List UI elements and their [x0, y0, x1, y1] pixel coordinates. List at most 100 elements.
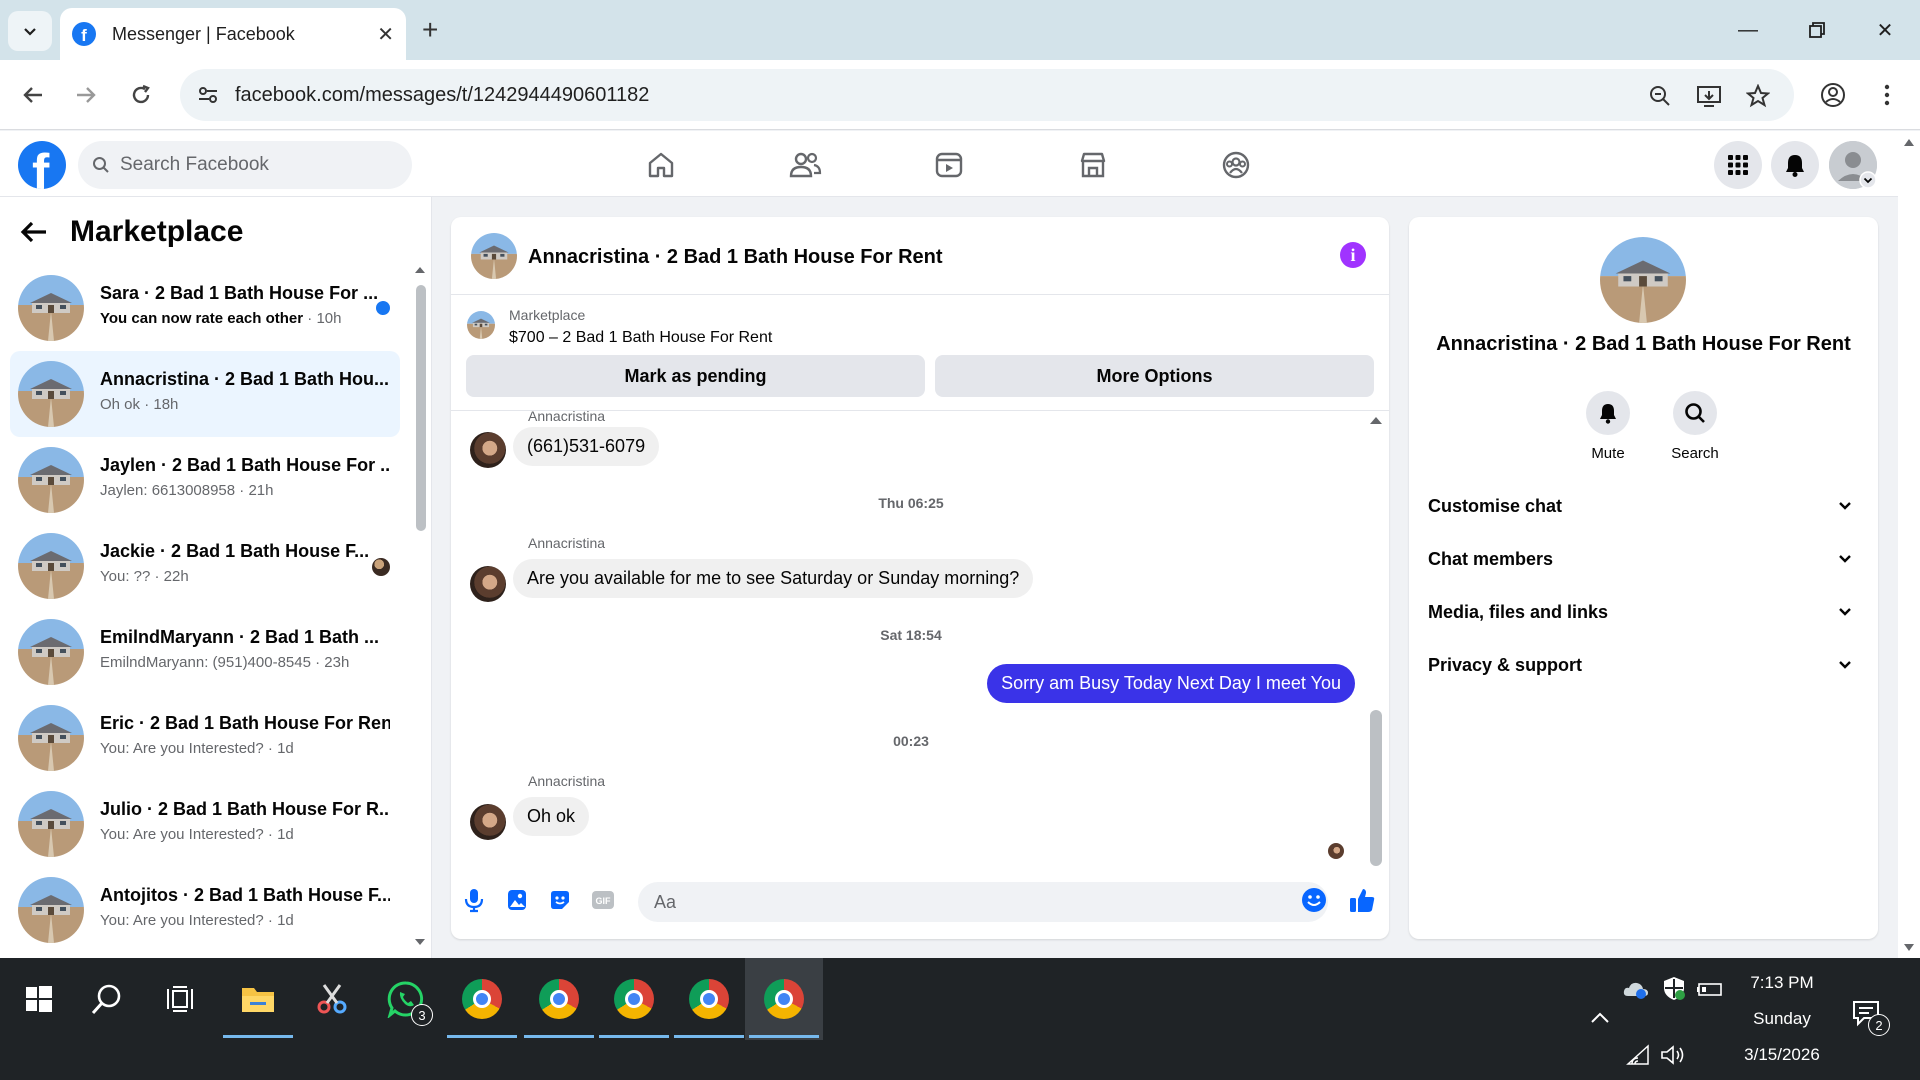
mute-button[interactable]: Mute [1573, 391, 1643, 462]
chrome-window-1[interactable] [443, 958, 521, 1040]
back-arrow-icon[interactable] [20, 220, 48, 244]
sticker-icon[interactable] [545, 885, 575, 915]
privacy-support-section[interactable]: Privacy & support [1428, 643, 1860, 687]
conversation-item[interactable]: Antojitos · 2 Bad 1 Bath House F... You: … [10, 867, 400, 953]
chrome-window-2[interactable] [520, 958, 598, 1040]
wifi-icon[interactable] [1626, 1044, 1650, 1066]
clock-time[interactable]: 7:13 PM [1734, 973, 1830, 993]
listing-thumbnail[interactable] [467, 311, 495, 339]
outgoing-message-bubble[interactable]: Sorry am Busy Today Next Day I meet You [987, 664, 1355, 703]
conversation-item[interactable]: Sara · 2 Bad 1 Bath House For ... You can… [10, 265, 400, 351]
menu-button[interactable] [1714, 141, 1762, 189]
zoom-icon[interactable] [1646, 82, 1674, 110]
task-view-button[interactable] [141, 958, 219, 1040]
scroll-up-icon[interactable] [1368, 415, 1384, 425]
tab-search-button[interactable] [8, 11, 52, 51]
marketplace-nav-button[interactable] [1073, 145, 1113, 185]
emoji-icon[interactable] [1299, 885, 1329, 915]
preview-text: You: ?? [100, 568, 151, 585]
sender-avatar[interactable] [470, 432, 506, 468]
gif-icon[interactable]: GIF [588, 885, 618, 915]
conversation-item[interactable]: Jackie · 2 Bad 1 Bath House F... You: ?? … [10, 523, 400, 609]
whatsapp-button[interactable]: 3 [367, 958, 445, 1040]
site-settings-icon[interactable] [196, 83, 220, 107]
message-bubble[interactable]: Are you available for me to see Saturday… [513, 559, 1034, 598]
facebook-search[interactable] [78, 141, 412, 189]
close-window-button[interactable]: ✕ [1862, 12, 1908, 48]
conversation-item[interactable]: Eric · 2 Bad 1 Bath House For Rent You: A… [10, 695, 400, 781]
customise-chat-section[interactable]: Customise chat [1428, 484, 1860, 528]
section-label: Privacy & support [1428, 654, 1583, 675]
running-indicator [599, 1035, 669, 1038]
groups-nav-button[interactable] [1216, 145, 1256, 185]
scroll-up-icon[interactable] [1902, 137, 1916, 147]
chat-members-section[interactable]: Chat members [1428, 537, 1860, 581]
friends-nav-button[interactable] [785, 145, 825, 185]
search-taskbar-button[interactable] [68, 958, 146, 1040]
bookmark-star-icon[interactable] [1744, 82, 1772, 110]
chevron-up-icon[interactable] [1590, 1012, 1610, 1024]
conversation-item[interactable]: Julio · 2 Bad 1 Bath House For R... You: … [10, 781, 400, 867]
url-text[interactable]: facebook.com/messages/t/1242944490601182 [235, 84, 649, 107]
facebook-logo-icon[interactable]: f [18, 141, 66, 189]
message-input[interactable] [638, 882, 1328, 922]
sidebar-scroll-thumb[interactable] [416, 285, 426, 531]
chat-title[interactable]: Annacristina · 2 Bad 1 Bath House For Re… [528, 246, 943, 269]
close-tab-icon[interactable]: ✕ [377, 22, 394, 47]
chrome-window-5[interactable] [745, 958, 823, 1040]
message-scroll-thumb[interactable] [1370, 710, 1382, 866]
microphone-icon[interactable] [459, 885, 489, 915]
onedrive-icon[interactable] [1622, 978, 1650, 1000]
address-bar[interactable]: facebook.com/messages/t/1242944490601182 [180, 69, 1794, 121]
media-files-links-section[interactable]: Media, files and links [1428, 590, 1860, 634]
account-avatar[interactable] [1829, 141, 1877, 189]
scroll-down-icon[interactable] [1902, 943, 1916, 953]
search-facebook-input[interactable] [120, 154, 390, 176]
install-app-icon[interactable] [1695, 82, 1723, 110]
more-options-button[interactable]: More Options [935, 355, 1374, 397]
conversation-item[interactable]: EmilndMaryann · 2 Bad 1 Bath ... EmilndMa… [10, 609, 400, 695]
mark-as-pending-button[interactable]: Mark as pending [466, 355, 925, 397]
message-bubble[interactable]: (661)531-6079 [513, 427, 660, 466]
home-nav-button[interactable] [641, 145, 681, 185]
search-in-chat-button[interactable]: Search [1660, 391, 1730, 462]
clock-date[interactable]: 3/15/2026 [1734, 1045, 1830, 1065]
chrome-icon [689, 979, 729, 1019]
minimize-button[interactable]: — [1725, 12, 1771, 48]
conversation-item[interactable]: Annacristina · 2 Bad 1 Bath Hou... Oh ok … [10, 351, 400, 437]
chat-avatar[interactable] [471, 233, 517, 279]
preview-text: You: Are you Interested? [100, 740, 264, 757]
preview-text: EmilndMaryann: (951)400-8545 [100, 654, 311, 671]
info-avatar[interactable] [1600, 237, 1686, 323]
file-explorer-button[interactable] [219, 958, 297, 1040]
thumbs-up-icon[interactable] [1347, 885, 1377, 915]
video-nav-button[interactable] [929, 145, 969, 185]
browser-menu-icon[interactable] [1872, 80, 1902, 110]
profile-icon[interactable] [1818, 80, 1848, 110]
browser-tab[interactable]: f Messenger | Facebook ✕ [60, 8, 406, 60]
clock-day[interactable]: Sunday [1734, 1009, 1830, 1029]
message-bubble[interactable]: Oh ok [513, 797, 590, 836]
conversation-item[interactable]: Jaylen · 2 Bad 1 Bath House For ... Jayle… [10, 437, 400, 523]
page-scrollbar[interactable] [1898, 131, 1920, 958]
notifications-button[interactable] [1771, 141, 1819, 189]
conversation-name: Jackie · 2 Bad 1 Bath House F... [100, 541, 370, 561]
security-shield-icon[interactable] [1662, 975, 1686, 1001]
chrome-window-3[interactable] [595, 958, 673, 1040]
forward-button[interactable] [67, 76, 105, 114]
sender-avatar[interactable] [470, 804, 506, 840]
sender-avatar[interactable] [470, 566, 506, 602]
restore-button[interactable] [1794, 12, 1840, 48]
photo-icon[interactable] [502, 885, 532, 915]
notification-center-button[interactable]: 2 [1852, 1000, 1890, 1036]
info-icon[interactable]: i [1340, 242, 1366, 268]
new-tab-button[interactable]: + [422, 14, 438, 46]
battery-icon[interactable] [1696, 980, 1724, 998]
snipping-tool-button[interactable] [293, 958, 371, 1040]
back-button[interactable] [14, 76, 52, 114]
chrome-window-4[interactable] [670, 958, 748, 1040]
start-button[interactable] [0, 958, 78, 1040]
volume-icon[interactable] [1660, 1044, 1686, 1066]
listing-title[interactable]: $700 – 2 Bad 1 Bath House For Rent [509, 329, 772, 347]
reload-button[interactable] [122, 76, 160, 114]
